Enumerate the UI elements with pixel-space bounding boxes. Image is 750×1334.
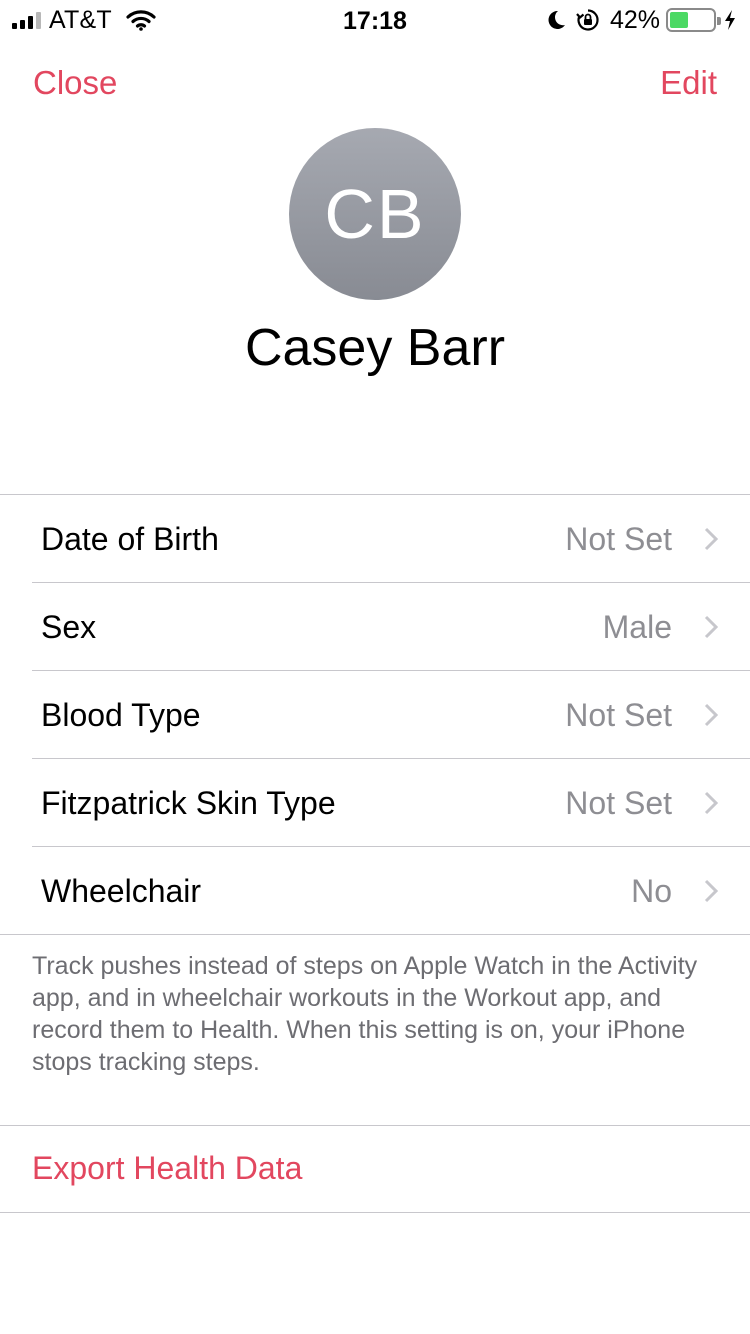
chevron-right-icon xyxy=(704,527,718,551)
row-wheelchair[interactable]: Wheelchair No xyxy=(0,847,750,935)
row-fitzpatrick-skin-type[interactable]: Fitzpatrick Skin Type Not Set xyxy=(0,759,750,847)
close-button[interactable]: Close xyxy=(33,64,117,102)
charging-bolt-icon xyxy=(724,9,736,31)
row-label: Date of Birth xyxy=(41,520,219,557)
row-label: Blood Type xyxy=(41,696,201,733)
chevron-right-icon xyxy=(704,703,718,727)
chevron-right-icon xyxy=(704,615,718,639)
export-health-data-button[interactable]: Export Health Data xyxy=(32,1150,302,1187)
export-section: Export Health Data xyxy=(0,1125,750,1213)
row-value: Not Set xyxy=(565,520,672,557)
row-label: Sex xyxy=(41,608,97,645)
orientation-lock-icon xyxy=(576,8,600,32)
status-right: 42% xyxy=(546,5,736,34)
row-label: Fitzpatrick Skin Type xyxy=(41,784,336,821)
row-value: Male xyxy=(602,608,672,645)
battery-icon xyxy=(666,8,721,32)
battery-percent: 42% xyxy=(609,5,660,34)
profile-name: Casey Barr xyxy=(244,319,506,377)
moon-icon xyxy=(546,9,566,31)
avatar-initials: CB xyxy=(324,175,426,253)
row-sex[interactable]: Sex Male xyxy=(0,583,750,671)
wheelchair-footnote: Track pushes instead of steps on Apple W… xyxy=(32,952,698,1076)
row-value: Not Set xyxy=(565,696,672,733)
chevron-right-icon xyxy=(704,879,718,903)
health-details-list: Date of Birth Not Set Sex Male Blood Typ… xyxy=(0,494,750,935)
avatar: CB xyxy=(289,128,461,300)
row-value: Not Set xyxy=(565,784,672,821)
edit-button[interactable]: Edit xyxy=(660,64,717,102)
battery-fill xyxy=(670,12,688,28)
chevron-right-icon xyxy=(704,791,718,815)
row-date-of-birth[interactable]: Date of Birth Not Set xyxy=(0,495,750,583)
status-bar: AT&T 17:18 42% xyxy=(0,0,750,40)
row-label: Wheelchair xyxy=(41,872,202,909)
row-value: No xyxy=(631,872,672,909)
row-blood-type[interactable]: Blood Type Not Set xyxy=(0,671,750,759)
